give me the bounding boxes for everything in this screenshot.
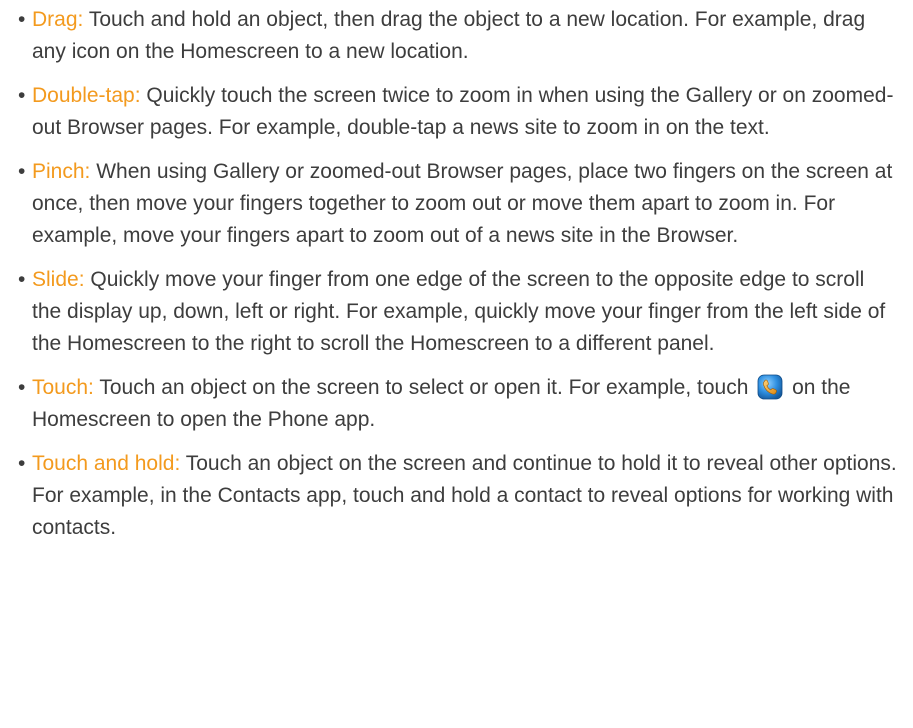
gesture-item-slide: • Slide: Quickly move your finger from o… — [18, 264, 899, 360]
manual-page: • Drag: Touch and hold an object, then d… — [0, 0, 913, 728]
gesture-description-before-icon: Touch an object on the screen to select … — [93, 376, 749, 399]
gesture-term: Double-tap: — [32, 84, 141, 107]
bullet: • — [18, 160, 26, 183]
gesture-description: Quickly move your finger from one edge o… — [32, 268, 886, 355]
gesture-description: Quickly touch the screen twice to zoom i… — [32, 84, 894, 139]
gesture-item-touch: • Touch: Touch an object on the screen t… — [18, 372, 899, 436]
bullet: • — [18, 376, 26, 399]
gesture-item-touch-and-hold: • Touch and hold: Touch an object on the… — [18, 448, 899, 544]
bullet: • — [18, 452, 26, 475]
bullet: • — [18, 268, 26, 291]
gesture-description: Touch and hold an object, then drag the … — [32, 8, 866, 63]
bullet: • — [18, 84, 26, 107]
gesture-term: Touch and hold: — [32, 452, 181, 475]
gesture-item-double-tap: • Double-tap: Quickly touch the screen t… — [18, 80, 899, 144]
gesture-list: • Drag: Touch and hold an object, then d… — [18, 4, 899, 544]
gesture-term: Slide: — [32, 268, 85, 291]
gesture-term: Drag: — [32, 8, 84, 31]
gesture-description: When using Gallery or zoomed-out Browser… — [32, 160, 893, 247]
gesture-term: Touch: — [32, 376, 94, 399]
phone-app-icon — [757, 374, 783, 400]
gesture-term: Pinch: — [32, 160, 91, 183]
gesture-item-drag: • Drag: Touch and hold an object, then d… — [18, 4, 899, 68]
bullet: • — [18, 8, 26, 31]
gesture-item-pinch: • Pinch: When using Gallery or zoomed-ou… — [18, 156, 899, 252]
